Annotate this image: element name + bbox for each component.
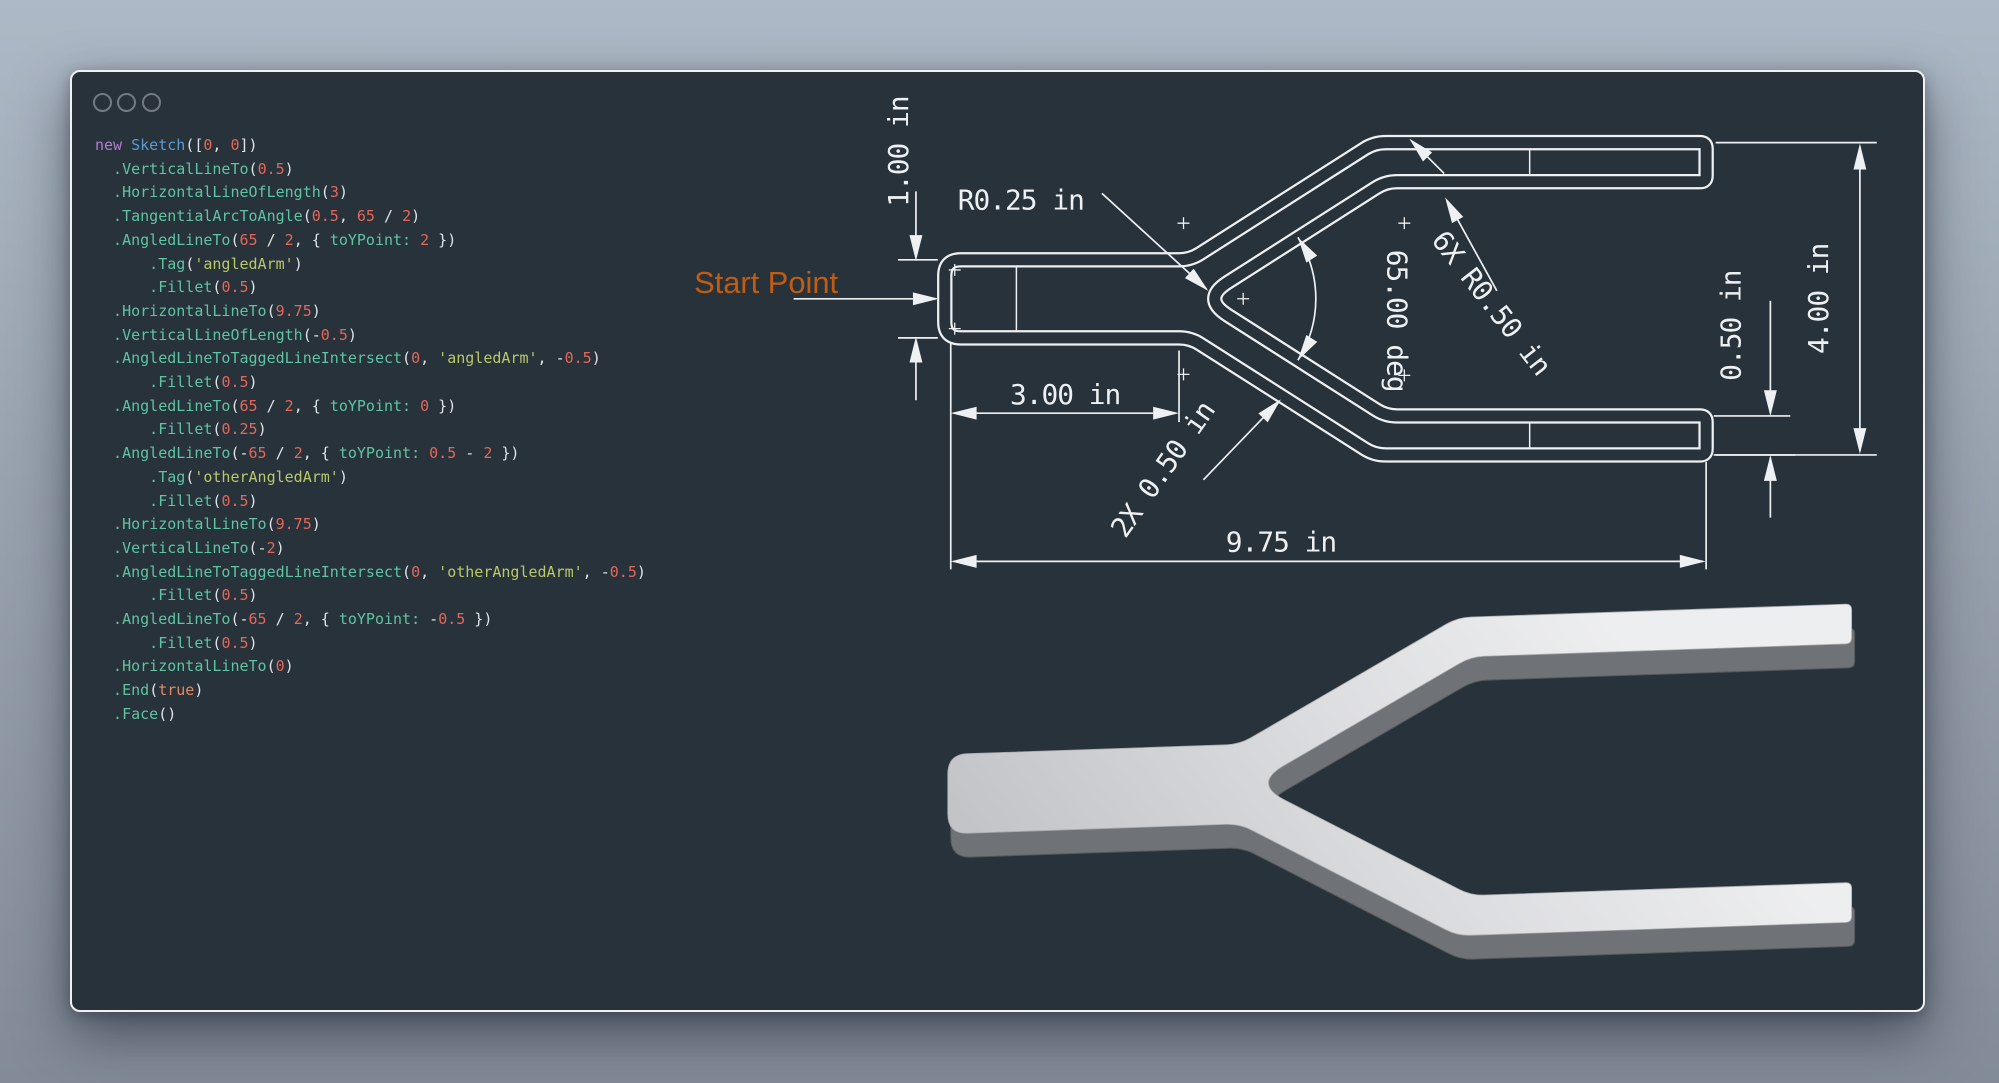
part-3d-render [948, 604, 1855, 959]
fillet-radius-note: R0.25 in [958, 183, 1084, 216]
cad-canvas: Start Point 1.00 in R0.25 in 3.00 in 65.… [72, 72, 1922, 1009]
start-point-label: Start Point [694, 265, 838, 300]
dim-angle-label: 65.00 deg [1380, 250, 1413, 392]
dim-arm-width-label: 2X 0.50 in [1104, 395, 1221, 543]
dim-arm-end-label: 0.50 in [1715, 270, 1748, 380]
dim-stem-length-label: 3.00 in [1010, 378, 1120, 411]
fillet-count-note: 6X R0.50 in [1425, 224, 1558, 381]
dim-total-length-label: 9.75 in [1226, 525, 1336, 558]
app-window: new Sketch([0, 0]) .VerticalLineTo(0.5) … [70, 70, 1925, 1012]
dim-stem-height-label: 1.00 in [882, 96, 915, 206]
technical-drawing: Start Point 1.00 in R0.25 in 3.00 in 65.… [694, 96, 1877, 569]
desktop-background: new Sketch([0, 0]) .VerticalLineTo(0.5) … [0, 0, 1999, 1083]
dim-total-height-label: 4.00 in [1802, 244, 1835, 354]
